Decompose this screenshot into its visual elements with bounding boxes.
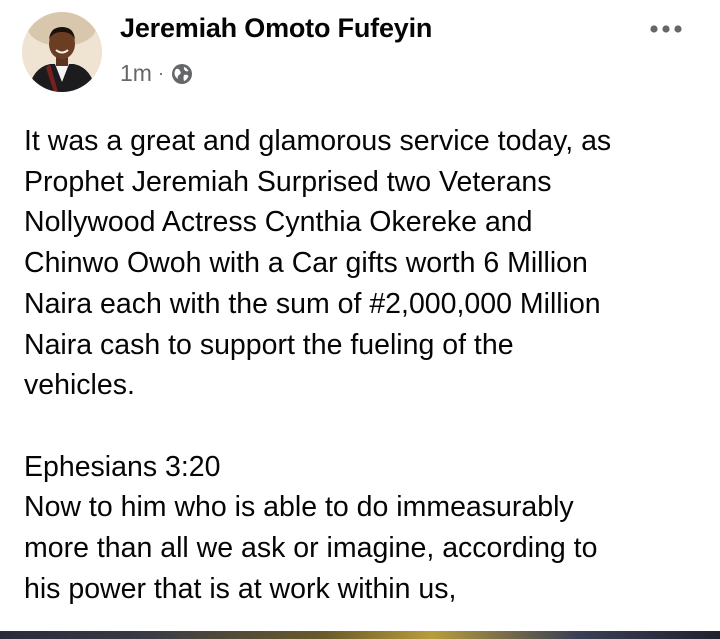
post-meta: 1m ·	[120, 60, 193, 87]
media-preview-edge	[0, 631, 720, 639]
post-body-text: It was a great and glamorous service tod…	[24, 125, 612, 605]
meta-separator: ·	[157, 63, 164, 83]
post-timestamp[interactable]: 1m	[120, 60, 152, 87]
facebook-post: Jeremiah Omoto Fufeyin 1m · It was a gre…	[0, 0, 720, 639]
avatar-image	[22, 12, 102, 92]
author-avatar[interactable]	[22, 12, 102, 92]
globe-icon[interactable]	[171, 63, 193, 85]
author-name[interactable]: Jeremiah Omoto Fufeyin	[120, 13, 432, 44]
more-options-icon[interactable]	[646, 14, 686, 44]
